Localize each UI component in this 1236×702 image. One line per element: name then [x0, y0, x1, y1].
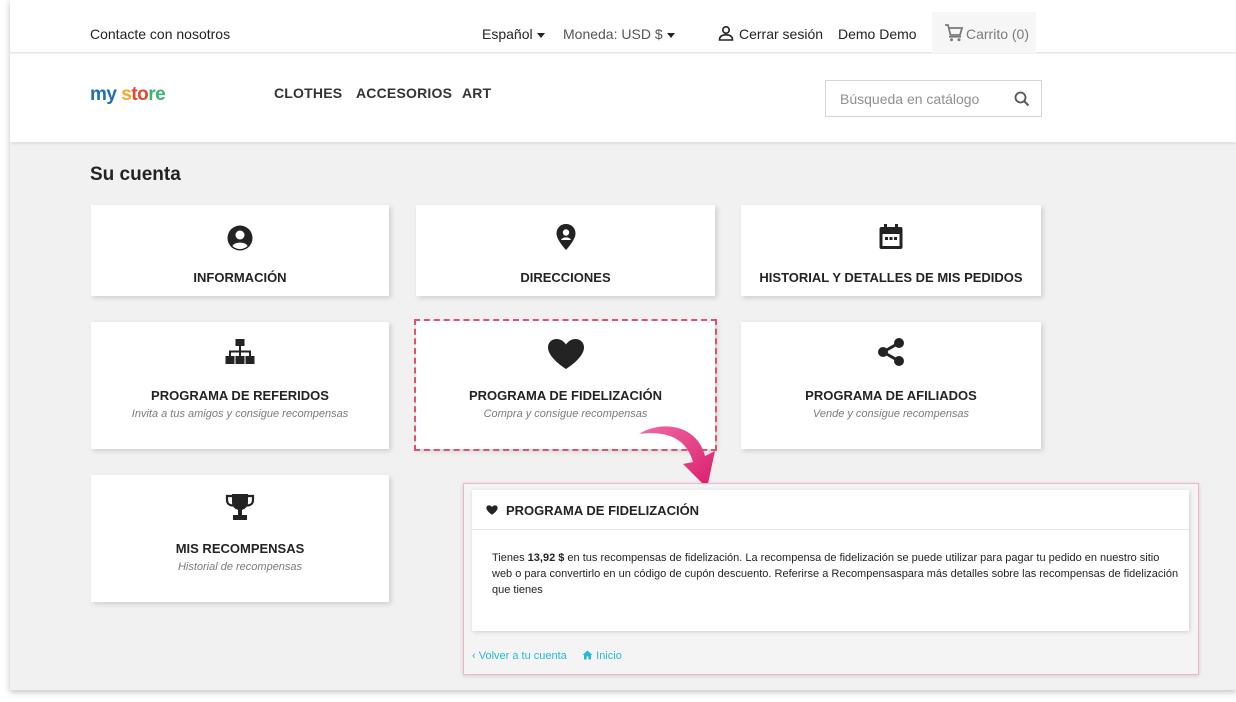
- logo-part-4: re: [148, 84, 166, 105]
- card-order-history[interactable]: HISTORIAL Y DETALLES DE MIS PEDIDOS: [741, 205, 1041, 296]
- card-title: INFORMACIÓN: [193, 270, 287, 285]
- logout-link[interactable]: Cerrar sesión: [739, 26, 823, 42]
- account-name-link[interactable]: Demo Demo: [838, 26, 917, 42]
- home-icon: [582, 650, 593, 660]
- store-logo[interactable]: my store: [90, 84, 166, 106]
- search-icon[interactable]: [1014, 91, 1030, 107]
- home-link-label: Inicio: [596, 650, 622, 662]
- calendar-icon: [879, 224, 903, 249]
- card-title: PROGRAMA DE REFERIDOS: [151, 388, 329, 403]
- card-title: MIS RECOMPENSAS: [175, 541, 305, 556]
- panel-footer-links: ‹ Volver a tu cuenta Inicio: [472, 650, 622, 662]
- card-icon-wrap: [741, 223, 1041, 251]
- card-icon-wrap: [416, 223, 715, 251]
- nav-accesorios[interactable]: ACCESORIOS: [356, 85, 452, 101]
- card-icon-wrap: [741, 337, 1041, 367]
- card-subtitle: Vende y consigue recompensas: [812, 408, 970, 420]
- card-affiliate-program[interactable]: PROGRAMA DE AFILIADOS Vende y consigue r…: [741, 322, 1041, 449]
- sitemap-icon: [225, 339, 255, 364]
- card-referral-program[interactable]: PROGRAMA DE REFERIDOS Invita a tus amigo…: [91, 322, 389, 449]
- card-title: PROGRAMA DE AFILIADOS: [805, 388, 977, 403]
- panel-header: PROGRAMA DE FIDELIZACIÓN: [472, 490, 1189, 530]
- home-link[interactable]: Inicio: [582, 650, 622, 662]
- back-link-label: Volver a tu cuenta: [478, 650, 567, 662]
- currency-label: Moneda: USD $: [563, 26, 663, 42]
- body-prefix: Tienes: [492, 552, 528, 564]
- currency-selector[interactable]: Moneda: USD $: [563, 26, 675, 42]
- language-label: Español: [482, 26, 533, 42]
- nav-clothes[interactable]: CLOTHES: [274, 85, 342, 101]
- caret-down-icon: [536, 32, 545, 38]
- panel-title: PROGRAMA DE FIDELIZACIÓN: [506, 503, 700, 518]
- location-pin-icon: [556, 224, 575, 250]
- caret-down-icon: [666, 32, 675, 38]
- card-title: DIRECCIONES: [520, 270, 611, 285]
- card-subtitle: Historial de recompensas: [177, 561, 303, 573]
- loyalty-panel: PROGRAMA DE FIDELIZACIÓN Tienes 13,92 $ …: [472, 490, 1189, 631]
- logo-part-3: to: [131, 84, 149, 105]
- browser-page: Contacte con nosotros Español Moneda: US…: [10, 0, 1236, 690]
- body-suffix: en tus recompensas de fidelización. La r…: [492, 552, 1179, 596]
- card-icon-wrap: [91, 338, 389, 366]
- card-addresses[interactable]: DIRECCIONES: [416, 205, 715, 296]
- card-icon-wrap: [91, 225, 389, 251]
- panel-body-text: Tienes 13,92 $ en tus recompensas de fid…: [492, 550, 1182, 598]
- cart-button[interactable]: Carrito (0): [932, 12, 1036, 53]
- cart-icon: [945, 24, 964, 42]
- logo-part-1: my: [90, 84, 122, 105]
- language-selector[interactable]: Español: [482, 26, 545, 42]
- loyalty-panel-preview: PROGRAMA DE FIDELIZACIÓN Tienes 13,92 $ …: [463, 483, 1199, 675]
- heart-icon: [486, 505, 498, 515]
- card-my-rewards[interactable]: MIS RECOMPENSAS Historial de recompensas: [91, 475, 389, 602]
- user-circle-icon: [227, 225, 253, 251]
- card-title: PROGRAMA DE FIDELIZACIÓN: [468, 388, 663, 403]
- card-icon-wrap: [416, 338, 715, 370]
- contact-link[interactable]: Contacte con nosotros: [90, 26, 230, 42]
- user-outline-icon[interactable]: [718, 25, 734, 41]
- card-title: HISTORIAL Y DETALLES DE MIS PEDIDOS: [759, 270, 1023, 285]
- header: my store CLOTHES ACCESORIOS ART: [10, 54, 1236, 142]
- card-icon-wrap: [91, 493, 389, 521]
- nav-art[interactable]: ART: [462, 85, 491, 101]
- logo-part-2: s: [121, 84, 132, 105]
- heart-icon: [547, 339, 584, 369]
- search-box: [825, 80, 1042, 117]
- card-subtitle: Invita a tus amigos y consigue recompens…: [131, 408, 349, 420]
- back-link[interactable]: ‹ Volver a tu cuenta: [472, 650, 567, 662]
- top-bar: Contacte con nosotros Español Moneda: US…: [10, 0, 1236, 53]
- reward-amount: 13,92 $: [527, 552, 565, 564]
- trophy-icon: [225, 494, 255, 520]
- share-icon: [878, 338, 904, 366]
- page-title: Su cuenta: [90, 164, 181, 185]
- search-input[interactable]: [826, 81, 1006, 116]
- card-information[interactable]: INFORMACIÓN: [91, 205, 389, 296]
- cart-label: Carrito (0): [966, 26, 1030, 42]
